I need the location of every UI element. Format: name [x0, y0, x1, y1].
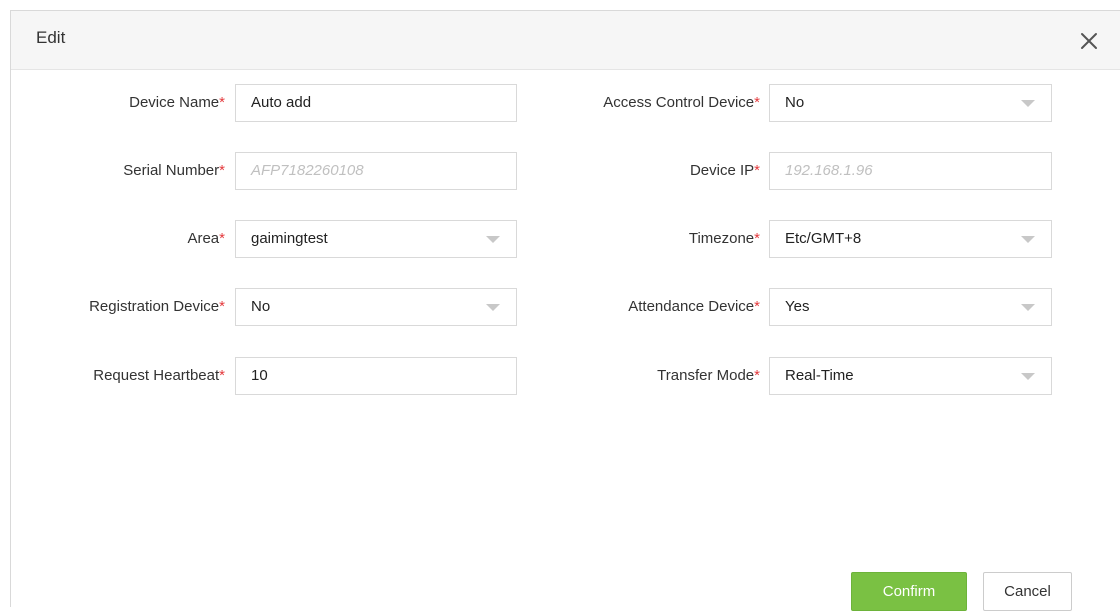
dialog-title: Edit [36, 28, 66, 47]
chevron-down-icon [486, 236, 500, 243]
attendance-device-select[interactable]: Yes [769, 288, 1052, 326]
area-label: Area* [187, 230, 225, 247]
chevron-down-icon [1021, 373, 1035, 380]
chevron-down-icon [1021, 100, 1035, 107]
request-heartbeat-label: Request Heartbeat* [93, 367, 225, 384]
chevron-down-icon [1021, 236, 1035, 243]
device-ip-input: 192.168.1.96 [769, 152, 1052, 190]
serial-number-label: Serial Number* [123, 162, 225, 179]
dialog-header: Edit [11, 11, 1120, 70]
request-heartbeat-input[interactable]: 10 [235, 357, 517, 395]
timezone-label: Timezone* [688, 230, 760, 247]
close-icon[interactable] [1077, 29, 1101, 53]
area-select[interactable]: gaimingtest [235, 220, 517, 258]
cancel-button[interactable]: Cancel [983, 572, 1072, 611]
device-name-label: Device Name* [129, 94, 225, 111]
confirm-button[interactable]: Confirm [851, 572, 967, 611]
registration-device-select[interactable]: No [235, 288, 517, 326]
serial-number-input: AFP7182260108 [235, 152, 517, 190]
device-ip-label: Device IP* [689, 162, 760, 179]
transfer-mode-label: Transfer Mode* [657, 367, 760, 384]
attendance-device-label: Attendance Device* [628, 298, 760, 315]
device-name-input[interactable]: Auto add [235, 84, 517, 122]
transfer-mode-select[interactable]: Real-Time [769, 357, 1052, 395]
registration-device-label: Registration Device* [89, 298, 225, 315]
timezone-select[interactable]: Etc/GMT+8 [769, 220, 1052, 258]
access-control-device-select[interactable]: No [769, 84, 1052, 122]
chevron-down-icon [1021, 304, 1035, 311]
access-control-device-label: Access Control Device* [603, 94, 760, 111]
chevron-down-icon [486, 304, 500, 311]
